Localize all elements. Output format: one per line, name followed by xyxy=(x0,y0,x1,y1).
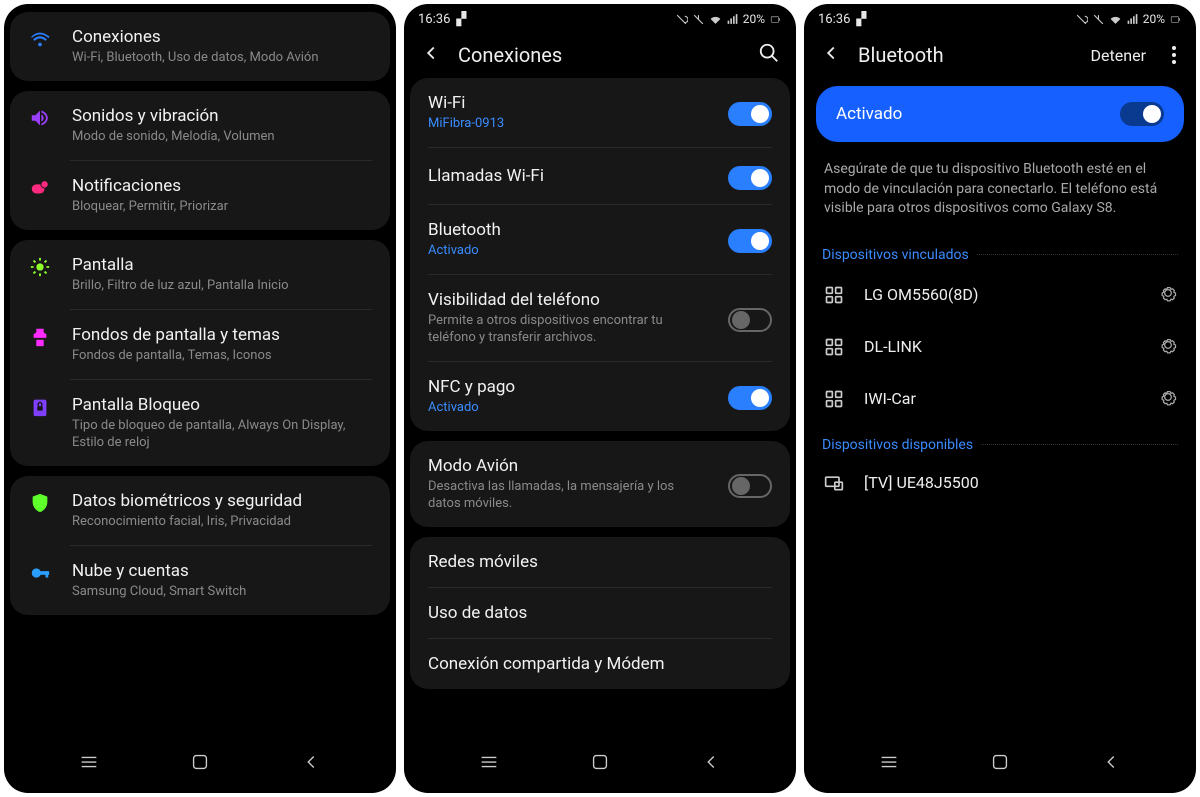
row-redes-moviles[interactable]: Redes móviles xyxy=(410,537,790,587)
row-visibility[interactable]: Visibilidad del teléfonoPermite a otros … xyxy=(410,275,790,361)
page-title: Bluetooth xyxy=(858,43,1075,67)
row-airplane[interactable]: Modo AviónDesactiva las llamadas, la men… xyxy=(410,441,790,527)
back-button[interactable] xyxy=(420,42,442,68)
visibility-toggle[interactable] xyxy=(728,308,772,332)
row-wificalling[interactable]: Llamadas Wi-Fi xyxy=(410,148,790,204)
wifi-icon xyxy=(26,28,54,50)
row-fondos[interactable]: Fondos de pantalla y temasFondos de pant… xyxy=(10,310,390,379)
screenshot-icon: ▞ xyxy=(856,12,866,27)
nav-recent[interactable] xyxy=(78,751,100,777)
bluetooth-master-toggle[interactable] xyxy=(1120,102,1164,126)
nav-home[interactable] xyxy=(989,751,1011,777)
page-title: Conexiones xyxy=(458,43,742,67)
row-notificaciones[interactable]: NotificacionesBloquear, Permitir, Priori… xyxy=(10,161,390,230)
card-connections: ConexionesWi-Fi, Bluetooth, Uso de datos… xyxy=(10,12,390,81)
section-available-devices: Dispositivos disponibles xyxy=(804,425,1196,459)
tv-icon xyxy=(822,473,846,493)
bluetooth-activated-banner[interactable]: Activado xyxy=(816,86,1184,142)
wallpaper-icon xyxy=(26,326,54,348)
row-wifi[interactable]: Wi-FiMiFibra-0913 xyxy=(410,78,790,147)
device-grid-icon xyxy=(822,389,846,409)
shield-icon xyxy=(26,492,54,514)
row-sonidos[interactable]: Sonidos y vibraciónModo de sonido, Melod… xyxy=(10,91,390,160)
nav-back[interactable] xyxy=(700,751,722,777)
search-button[interactable] xyxy=(758,42,780,68)
display-icon xyxy=(26,256,54,278)
row-pantalla[interactable]: PantallaBrillo, Filtro de luz azul, Pant… xyxy=(10,240,390,309)
settings-main-screen: ConexionesWi-Fi, Bluetooth, Uso de datos… xyxy=(4,4,396,793)
screenshot-icon: ▞ xyxy=(456,12,466,27)
device-settings-button[interactable] xyxy=(1158,387,1178,411)
nav-home[interactable] xyxy=(189,751,211,777)
nav-recent[interactable] xyxy=(478,751,500,777)
more-menu[interactable] xyxy=(1168,42,1180,68)
nav-bar xyxy=(804,737,1196,793)
sound-icon xyxy=(26,107,54,129)
paired-device-row[interactable]: LG OM5560(8D) xyxy=(804,269,1196,321)
stop-button[interactable]: Detener xyxy=(1091,46,1146,65)
status-bar: 16:36▞ 20% xyxy=(404,4,796,32)
airplane-toggle[interactable] xyxy=(728,474,772,498)
nav-bar xyxy=(404,737,796,793)
row-uso-datos[interactable]: Uso de datos xyxy=(410,588,790,638)
notif-icon xyxy=(26,177,54,199)
wifi-toggle[interactable] xyxy=(728,102,772,126)
nav-bar xyxy=(4,737,396,793)
row-seguridad[interactable]: Datos biométricos y seguridadReconocimie… xyxy=(10,476,390,545)
device-grid-icon xyxy=(822,337,846,357)
section-paired-devices: Dispositivos vinculados xyxy=(804,235,1196,269)
nav-recent[interactable] xyxy=(878,751,900,777)
paired-device-row[interactable]: DL-LINK xyxy=(804,321,1196,373)
bluetooth-toggle[interactable] xyxy=(728,229,772,253)
device-settings-button[interactable] xyxy=(1158,283,1178,307)
nav-back[interactable] xyxy=(300,751,322,777)
device-grid-icon xyxy=(822,285,846,305)
bluetooth-info-text: Asegúrate de que tu dispositivo Bluetoot… xyxy=(804,154,1196,235)
row-nube[interactable]: Nube y cuentasSamsung Cloud, Smart Switc… xyxy=(10,546,390,615)
available-device-row[interactable]: [TV] UE48J5500 xyxy=(804,459,1196,507)
row-bluetooth[interactable]: BluetoothActivado xyxy=(410,205,790,274)
status-bar: 16:36▞ 20% xyxy=(804,4,1196,32)
row-pantalla-bloqueo[interactable]: Pantalla BloqueoTipo de bloqueo de panta… xyxy=(10,380,390,466)
nav-home[interactable] xyxy=(589,751,611,777)
wificalling-toggle[interactable] xyxy=(728,166,772,190)
back-button[interactable] xyxy=(820,42,842,68)
paired-device-row[interactable]: IWI-Car xyxy=(804,373,1196,425)
row-nfc[interactable]: NFC y pagoActivado xyxy=(410,362,790,431)
key-icon xyxy=(26,562,54,584)
bluetooth-screen: 16:36▞ 20% Bluetooth Detener Activado As… xyxy=(804,4,1196,793)
connections-screen: 16:36▞ 20% Conexiones Wi-FiMiFibra-0913 … xyxy=(404,4,796,793)
row-modem[interactable]: Conexión compartida y Módem xyxy=(410,639,790,689)
nfc-toggle[interactable] xyxy=(728,386,772,410)
row-conexiones[interactable]: ConexionesWi-Fi, Bluetooth, Uso de datos… xyxy=(10,12,390,81)
device-settings-button[interactable] xyxy=(1158,335,1178,359)
lock-icon xyxy=(26,396,54,418)
nav-back[interactable] xyxy=(1100,751,1122,777)
